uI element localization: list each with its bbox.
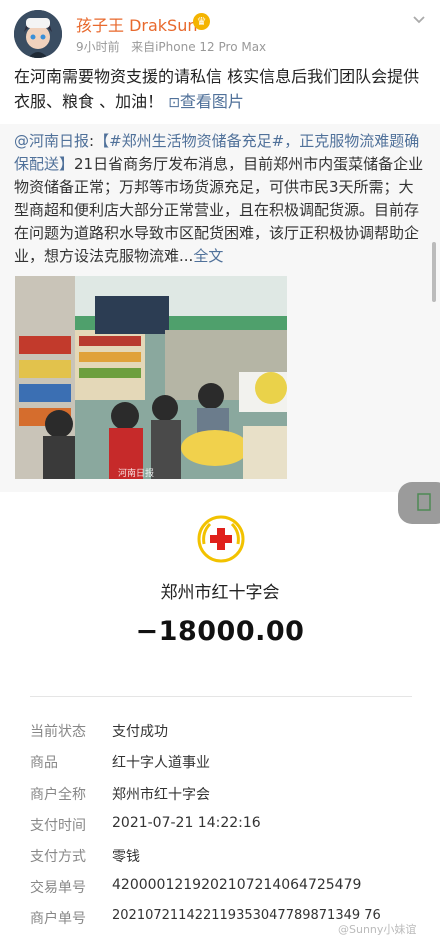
divider bbox=[30, 696, 412, 697]
post-time: 9小时前 bbox=[76, 40, 120, 54]
image-icon: ⊡ bbox=[168, 95, 180, 111]
payment-amount: −18000.00 bbox=[135, 616, 305, 647]
pay-time-value: 2021-07-21 14:22:16 bbox=[112, 815, 261, 831]
view-image-link[interactable]: ⊡查看图片 bbox=[168, 92, 244, 111]
merchant-label: 商户全称 bbox=[30, 787, 86, 803]
status-value: 支付成功 bbox=[112, 724, 168, 740]
repost-photo[interactable] bbox=[15, 276, 287, 479]
post-meta: 9小时前 来自iPhone 12 Pro Max bbox=[76, 38, 266, 55]
floating-button[interactable] bbox=[398, 482, 440, 524]
photo-watermark: 河南日报 bbox=[118, 469, 155, 479]
merchant-order-label: 商户单号 bbox=[30, 911, 86, 927]
chevron-down-icon[interactable] bbox=[410, 10, 428, 28]
post-source: 来自iPhone 12 Pro Max bbox=[131, 40, 267, 54]
username[interactable]: 孩子王 DrakSun bbox=[76, 12, 198, 36]
product-label: 商品 bbox=[30, 755, 58, 771]
weibo-post: 孩子王 DrakSun ♛ 9小时前 来自iPhone 12 Pro Max 在… bbox=[0, 0, 440, 524]
full-text-link[interactable]: 全文 bbox=[193, 247, 223, 265]
image-watermark: @Sunny小妹谊 bbox=[338, 923, 417, 936]
avatar[interactable] bbox=[14, 10, 62, 58]
merchant-value: 郑州市红十字会 bbox=[112, 787, 210, 803]
product-value: 红十字人道事业 bbox=[112, 755, 210, 771]
status-label: 当前状态 bbox=[30, 724, 86, 740]
repost-author[interactable]: @河南日报 bbox=[14, 132, 89, 150]
transaction-id-label: 交易单号 bbox=[30, 880, 86, 896]
pay-method-value: 零钱 bbox=[112, 849, 140, 865]
red-cross-icon bbox=[196, 514, 246, 564]
transaction-id-value: 4200001219202107214064725479 bbox=[112, 877, 362, 893]
scrollbar[interactable] bbox=[432, 242, 436, 302]
pay-time-label: 支付时间 bbox=[30, 818, 86, 834]
view-image-label: 查看图片 bbox=[179, 92, 244, 111]
avatar-image bbox=[14, 10, 62, 58]
post-text: 在河南需要物资支援的请私信 核实信息后我们团队会提供衣服、粮食 、加油！ ⊡查看… bbox=[14, 64, 428, 116]
repost-text: @河南日报:【#郑州生活物资储备充足#，正克服物流难题确保配送】21日省商务厅发… bbox=[14, 132, 424, 265]
crown-icon: ♛ bbox=[193, 13, 210, 30]
pay-method-label: 支付方式 bbox=[30, 849, 86, 865]
supermarket-photo bbox=[15, 276, 287, 479]
payee-name: 郑州市红十字会 bbox=[160, 583, 280, 603]
